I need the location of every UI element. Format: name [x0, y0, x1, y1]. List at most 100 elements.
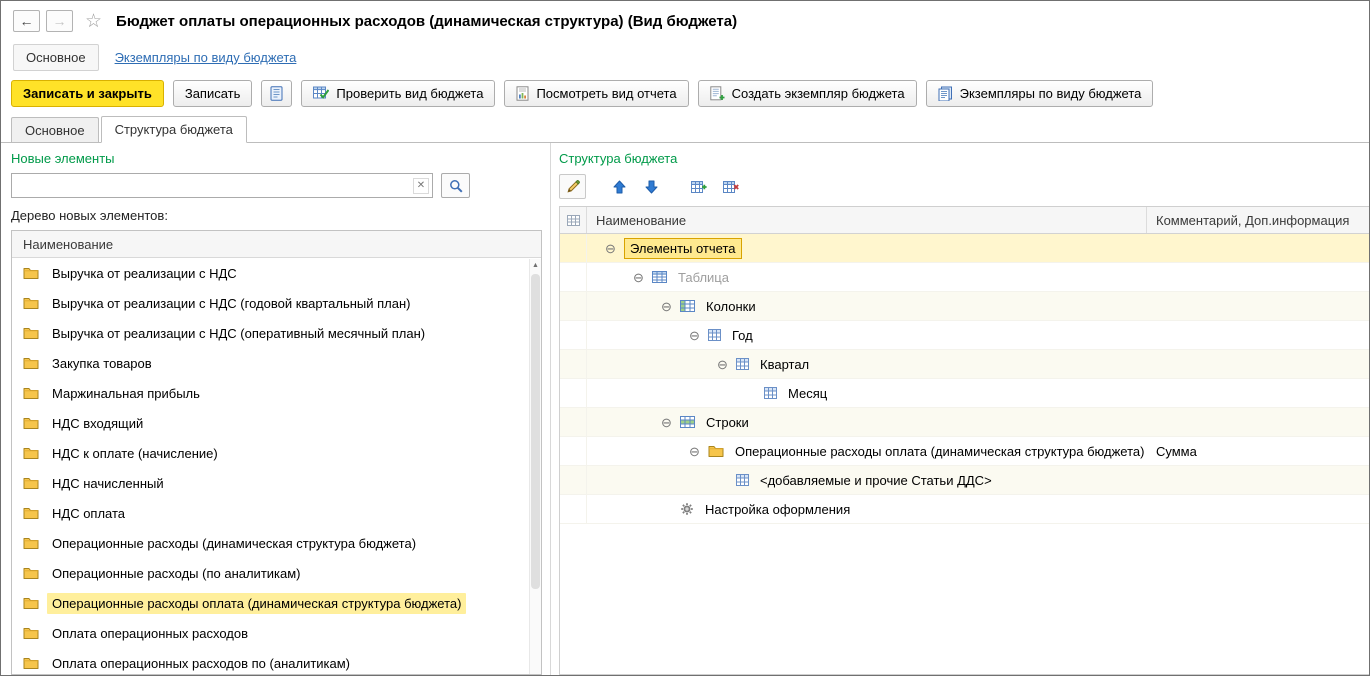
- list-item[interactable]: НДС к оплате (начисление): [12, 438, 541, 468]
- scroll-up-arrow-icon[interactable]: ▲: [530, 259, 541, 272]
- scroll-thumb[interactable]: [531, 274, 540, 589]
- tree-row[interactable]: ⊖ Колонки: [560, 292, 1369, 321]
- forward-button[interactable]: →: [46, 10, 73, 32]
- list-item-label: НДС входящий: [47, 413, 148, 434]
- vertical-scrollbar[interactable]: ▲: [529, 259, 541, 674]
- tree-node-label: <добавляемые и прочие Статьи ДДС>: [755, 470, 997, 491]
- grid-icon: [708, 329, 721, 341]
- move-down-button[interactable]: [638, 174, 665, 199]
- search-input[interactable]: [12, 174, 413, 197]
- list-item-label: Операционные расходы (динамическая струк…: [47, 533, 421, 554]
- left-column-header-name[interactable]: Наименование: [12, 231, 541, 258]
- clear-search-icon[interactable]: ✕: [413, 178, 429, 194]
- collapse-expander-icon[interactable]: ⊖: [715, 358, 730, 371]
- list-item[interactable]: Операционные расходы (динамическая струк…: [12, 528, 541, 558]
- comment-cell: [1147, 321, 1369, 349]
- list-item[interactable]: Выручка от реализации с НДС (оперативный…: [12, 318, 541, 348]
- instances-by-budget-view-button[interactable]: Экземпляры по виду бюджета: [926, 80, 1154, 107]
- check-budget-view-button[interactable]: Проверить вид бюджета: [301, 80, 495, 107]
- corner-grid-icon: [567, 215, 580, 226]
- tree-row[interactable]: ⊖ Строки: [560, 408, 1369, 437]
- collapse-expander-icon[interactable]: ⊖: [603, 242, 618, 255]
- comment-cell: [1147, 292, 1369, 320]
- tree-node-label: Таблица: [673, 267, 734, 288]
- structure-panel: Структура бюджета: [551, 143, 1369, 675]
- tree-row[interactable]: ⊖ Операционные расходы оплата (динамическ…: [560, 437, 1369, 466]
- list-item[interactable]: Операционные расходы (по аналитикам): [12, 558, 541, 588]
- column-header-comment[interactable]: Комментарий, Доп.информация: [1147, 207, 1369, 233]
- grid-icon: [736, 474, 749, 486]
- add-level-button[interactable]: [685, 174, 712, 199]
- folder-icon: [23, 357, 39, 370]
- list-item-label: Оплата операционных расходов по (аналити…: [47, 653, 355, 674]
- create-budget-instance-button[interactable]: Создать экземпляр бюджета: [698, 80, 917, 107]
- folder-icon: [23, 537, 39, 550]
- command-bar: Записать и закрыть Записать Проверить вид …: [1, 73, 1369, 113]
- collapse-expander-icon[interactable]: ⊖: [659, 300, 674, 313]
- journal-button[interactable]: [261, 80, 292, 107]
- grid-icon: [736, 358, 749, 370]
- move-up-button[interactable]: [606, 174, 633, 199]
- comment-cell: [1147, 234, 1369, 262]
- tab-main[interactable]: Основное: [11, 117, 99, 142]
- collapse-expander-icon[interactable]: ⊖: [659, 416, 674, 429]
- list-item-label: Оплата операционных расходов: [47, 623, 253, 644]
- section-main[interactable]: Основное: [13, 44, 99, 71]
- collapse-expander-icon[interactable]: ⊖: [687, 445, 702, 458]
- tab-row: ОсновноеСтруктура бюджета: [1, 113, 1369, 143]
- list-item[interactable]: НДС входящий: [12, 408, 541, 438]
- search-button[interactable]: [441, 173, 470, 198]
- list-item-label: Закупка товаров: [47, 353, 157, 374]
- tree-node-label: Месяц: [783, 383, 832, 404]
- columns-icon: [680, 300, 695, 312]
- view-report-button[interactable]: Посмотреть вид отчета: [504, 80, 688, 107]
- new-elements-panel: Новые элементы ✕ Дерево новых элементов:…: [1, 143, 550, 675]
- back-button[interactable]: ←: [13, 10, 40, 32]
- remove-level-button[interactable]: [717, 174, 744, 199]
- list-item[interactable]: НДС начисленный: [12, 468, 541, 498]
- column-header-name[interactable]: Наименование: [587, 207, 1147, 233]
- tab-budget-structure[interactable]: Структура бюджета: [101, 116, 247, 143]
- tree-row[interactable]: ⊖Квартал: [560, 350, 1369, 379]
- down-arrow-icon: [645, 180, 658, 194]
- row-gutter: [560, 321, 587, 349]
- tree-row[interactable]: ⊖ Таблица: [560, 263, 1369, 292]
- save-button[interactable]: Записать: [173, 80, 253, 107]
- tree-row[interactable]: ⊖Элементы отчета: [560, 234, 1369, 263]
- comment-cell: [1147, 379, 1369, 407]
- left-panel-title: Новые элементы: [11, 151, 542, 166]
- command-label: Создать экземпляр бюджета: [732, 86, 905, 101]
- tree-node-label: Колонки: [701, 296, 761, 317]
- table-settings-corner[interactable]: [560, 207, 587, 233]
- folder-icon: [23, 477, 39, 490]
- save-and-close-button[interactable]: Записать и закрыть: [11, 80, 164, 107]
- tree-row[interactable]: <добавляемые и прочие Статьи ДДС>: [560, 466, 1369, 495]
- list-item[interactable]: Маржинальная прибыль: [12, 378, 541, 408]
- folder-icon: [23, 447, 39, 460]
- tree-node-label: Операционные расходы оплата (динамическа…: [730, 441, 1147, 462]
- collapse-expander-icon[interactable]: ⊖: [631, 271, 646, 284]
- tree-row[interactable]: ⊖ Год: [560, 321, 1369, 350]
- tree-node-label: Строки: [701, 412, 754, 433]
- list-item[interactable]: Выручка от реализации с НДС: [12, 258, 541, 288]
- list-item-label: Выручка от реализации с НДС (оперативный…: [47, 323, 430, 344]
- edit-button[interactable]: [559, 174, 586, 199]
- list-item[interactable]: Оплата операционных расходов по (аналити…: [12, 648, 541, 675]
- collapse-expander-icon[interactable]: ⊖: [687, 329, 702, 342]
- tree-row[interactable]: Месяц: [560, 379, 1369, 408]
- list-item[interactable]: Выручка от реализации с НДС (годовой ква…: [12, 288, 541, 318]
- list-item[interactable]: Оплата операционных расходов: [12, 618, 541, 648]
- favorite-star-icon[interactable]: ☆: [85, 10, 102, 33]
- structure-toolbar: [559, 174, 1369, 199]
- tree-row[interactable]: Настройка оформления: [560, 495, 1369, 524]
- comment-cell: [1147, 350, 1369, 378]
- titlebar: ← → ☆ Бюджет оплаты операционных расходо…: [1, 1, 1369, 41]
- list-item-label: Выручка от реализации с НДС (годовой ква…: [47, 293, 416, 314]
- folder-icon: [23, 267, 39, 280]
- instances-icon: [938, 86, 953, 101]
- tree-node-label: Год: [727, 325, 758, 346]
- list-item[interactable]: Операционные расходы оплата (динамическа…: [12, 588, 541, 618]
- list-item[interactable]: НДС оплата: [12, 498, 541, 528]
- section-link-instances[interactable]: Экземпляры по виду бюджета: [115, 50, 297, 65]
- list-item[interactable]: Закупка товаров: [12, 348, 541, 378]
